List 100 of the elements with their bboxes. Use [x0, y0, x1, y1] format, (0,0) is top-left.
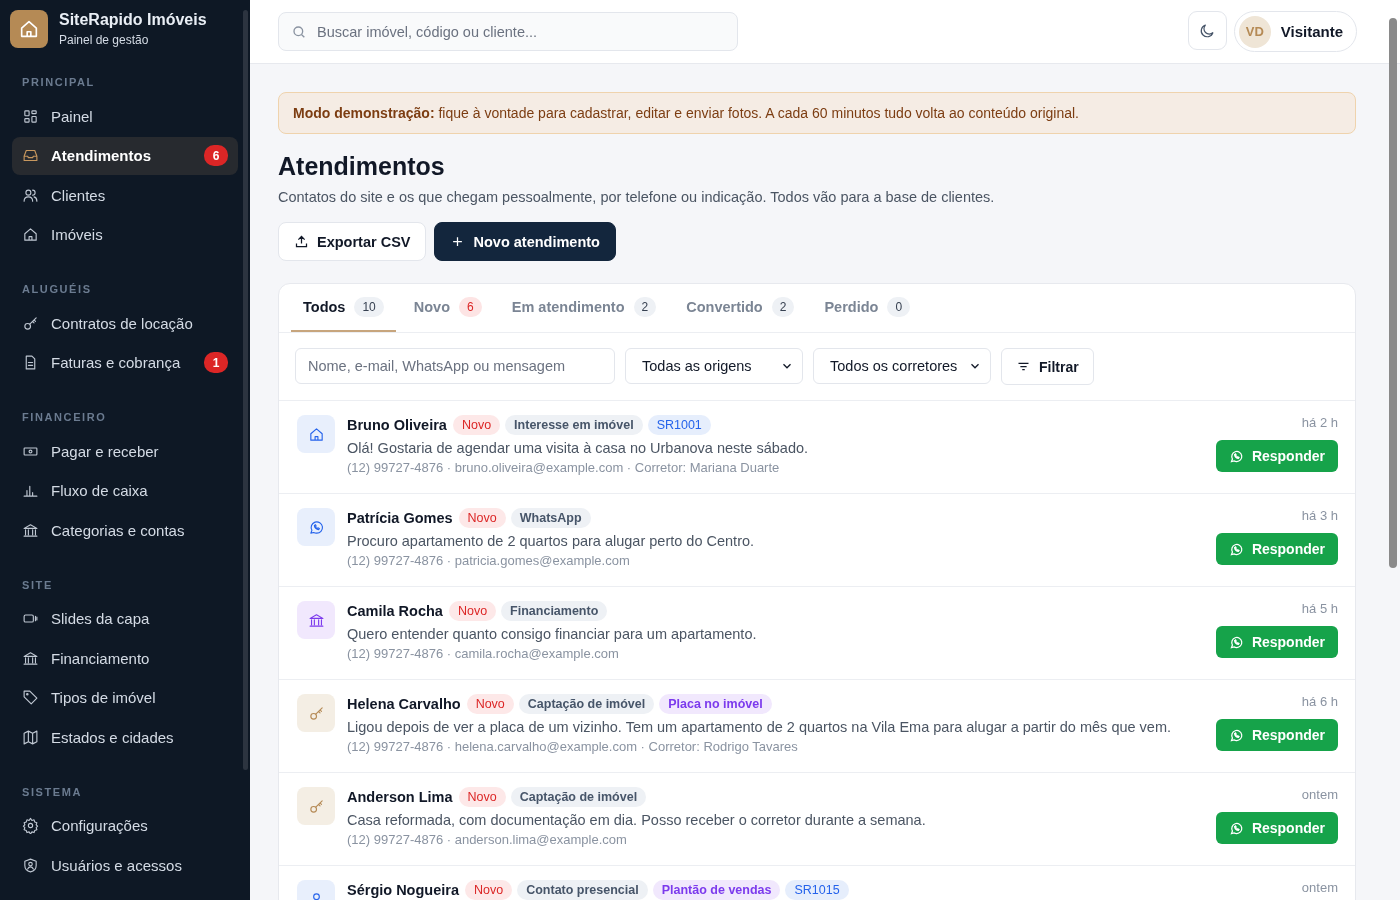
section-label: ALUGUÉIS: [21, 283, 93, 297]
lead-name: Helena Carvalho: [347, 696, 461, 712]
lead-message: Casa reformada, com documentação em dia. Posso receber o corretor durante a semana.: [347, 812, 927, 828]
timestamp: há 3 h: [1301, 508, 1338, 523]
avatar: VD: [1238, 15, 1271, 48]
sidebar-item[interactable]: Usuários e acessos: [12, 846, 238, 884]
timestamp: ontem: [1301, 787, 1338, 802]
tag: SR1015: [785, 880, 849, 900]
house-logo-icon: [10, 10, 48, 48]
search-field[interactable]: Buscar imóvel, código ou cliente...: [278, 12, 738, 51]
search-icon: [291, 24, 307, 40]
lead-contact: (12) 99727-4876 · patricia.gomes@example.com: [347, 553, 631, 568]
inbox-icon: [22, 147, 39, 164]
user-menu-button[interactable]: VD Visitante: [1233, 11, 1357, 52]
filter-search-field[interactable]: Nome, e-mail, WhatsApp ou mensagem: [295, 348, 615, 384]
sidebar-item[interactable]: Contratos de locação: [12, 304, 238, 342]
theme-toggle-button[interactable]: [1187, 11, 1227, 50]
filter-tab[interactable]: Convertido 2: [674, 284, 807, 332]
sidebar-item[interactable]: Estados e cidades: [12, 718, 238, 756]
timestamp: há 2 h: [1301, 415, 1338, 430]
lead-message: Olá! Gostaria de agendar uma visita à casa no Urbanova neste sábado.: [347, 440, 810, 456]
brand-subtitle: Painel de gestão: [59, 33, 150, 47]
sidebar-item[interactable]: Faturas e cobrança 1: [12, 343, 238, 382]
timestamp: ontem: [1301, 880, 1338, 895]
tag: SR1001: [647, 415, 711, 435]
sidebar-item[interactable]: Slides da capa: [12, 599, 238, 638]
page-title: Atendimentos: [278, 152, 446, 181]
lead-message: Ligou depois de ver a placa de um vizinho. Tem um apartamento de 2 quartos na Vila Ema para alugar a partir do mês que vem.: [347, 719, 1173, 735]
house-icon: [307, 425, 325, 443]
lead-name: Camila Rocha: [347, 603, 443, 619]
tag: Captação de imóvel: [510, 787, 647, 807]
lead-contact: (12) 99727-4876 · anderson.lima@example.com: [347, 832, 628, 847]
tag: Interesse em imóvel: [505, 415, 643, 435]
new-lead-button[interactable]: Novo atendimento: [434, 222, 616, 261]
filter-tab[interactable]: Perdido 0: [812, 284, 923, 332]
tag: Novo: [465, 880, 513, 900]
section-label: SISTEMA: [21, 785, 84, 800]
sidebar-item[interactable]: Configurações: [12, 806, 238, 845]
settings-icon: [22, 817, 39, 834]
section-label: PRINCIPAL: [21, 76, 96, 90]
bank-icon: [22, 649, 39, 667]
broker-select[interactable]: Todos os corretores: [813, 348, 991, 384]
upload-icon: [294, 234, 309, 249]
origin-select[interactable]: Todas as origens: [625, 348, 803, 384]
chat-icon: [1228, 727, 1244, 743]
tag: Contato presencial: [517, 880, 648, 900]
brand-name: SiteRapido Imóveis: [59, 11, 207, 29]
lead-message: Quero entender quanto consigo financiar para um apartamento.: [347, 626, 758, 642]
timestamp: há 5 h: [1301, 601, 1338, 616]
bank-icon: [307, 611, 325, 629]
demo-notice: Modo demonstração: fique à vontade para cadastrar, editar e enviar fotos. A cada 60 minutos tudo volta ao conteúdo original.: [278, 92, 1356, 134]
chat-icon: [1228, 634, 1244, 650]
lead-name: Sérgio Nogueira: [347, 882, 459, 898]
lead-name: Patrícia Gomes: [347, 510, 453, 526]
scrollbar[interactable]: [243, 10, 248, 770]
filter-tab[interactable]: Novo 6: [401, 284, 494, 332]
tag: Financiamento: [501, 601, 608, 621]
count-badge: 1: [204, 352, 228, 373]
chat-icon: [1228, 448, 1244, 464]
sidebar-item[interactable]: Clientes: [12, 176, 238, 214]
sidebar-item[interactable]: Categorias e contas: [12, 511, 238, 549]
scrollbar[interactable]: [1389, 18, 1397, 568]
house-icon: [22, 226, 39, 243]
key-icon: [307, 797, 325, 815]
count-badge: 6: [204, 145, 228, 166]
sidebar-item[interactable]: Pagar e receber: [12, 432, 238, 470]
lead-contact: (12) 99727-4876 · camila.rocha@example.com: [347, 646, 620, 661]
filter-button[interactable]: Filtrar: [1001, 348, 1094, 385]
filter-tab[interactable]: Todos 10: [291, 284, 396, 332]
sidebar-item[interactable]: Painel: [12, 97, 238, 135]
chat-icon: [1228, 820, 1244, 836]
sidebar-item[interactable]: Tipos de imóvel: [12, 678, 238, 717]
tag: Novo: [448, 601, 497, 621]
key-icon: [22, 314, 39, 332]
section-label: FINANCEIRO: [21, 411, 108, 425]
lead-name: Bruno Oliveira: [347, 417, 447, 433]
tag: Captação de imóvel: [518, 694, 655, 714]
tag: WhatsApp: [510, 508, 591, 528]
tag: Plantão de vendas: [652, 880, 781, 900]
grid-icon: [22, 107, 39, 125]
lead-contact: (12) 99727-4876 · bruno.oliveira@example.com · Corretor: Mariana Duarte: [347, 460, 781, 475]
sidebar-item[interactable]: Atendimentos 6: [12, 136, 238, 175]
timestamp: há 6 h: [1301, 694, 1338, 709]
tag: Novo: [458, 787, 506, 807]
sidebar-item[interactable]: Fluxo de caixa: [12, 471, 238, 510]
lead-name: Anderson Lima: [347, 789, 453, 805]
tag-icon: [22, 689, 39, 706]
sidebar-item[interactable]: Financiamento: [12, 639, 238, 677]
section-label: SITE: [21, 578, 54, 593]
tag: Novo: [452, 415, 501, 435]
lead-message: Procuro apartamento de 2 quartos para alugar perto do Centro.: [347, 533, 756, 549]
bank-icon: [22, 521, 39, 539]
tag: Placa no imóvel: [659, 694, 772, 714]
page-subtitle: Contatos do site e os que chegam pessoalmente, por telefone ou indicação. Todos vão para a base de clientes.: [278, 189, 996, 205]
export-button[interactable]: Exportar CSV: [278, 222, 427, 261]
map-icon: [22, 728, 39, 746]
shield-icon: [22, 856, 39, 874]
sidebar-item[interactable]: Imóveis: [12, 215, 238, 254]
lead-contact: (12) 99727-4876 · helena.carvalho@example.com · Corretor: Rodrigo Tavares: [347, 739, 799, 754]
filter-tab[interactable]: Em atendimento 2: [499, 284, 669, 332]
